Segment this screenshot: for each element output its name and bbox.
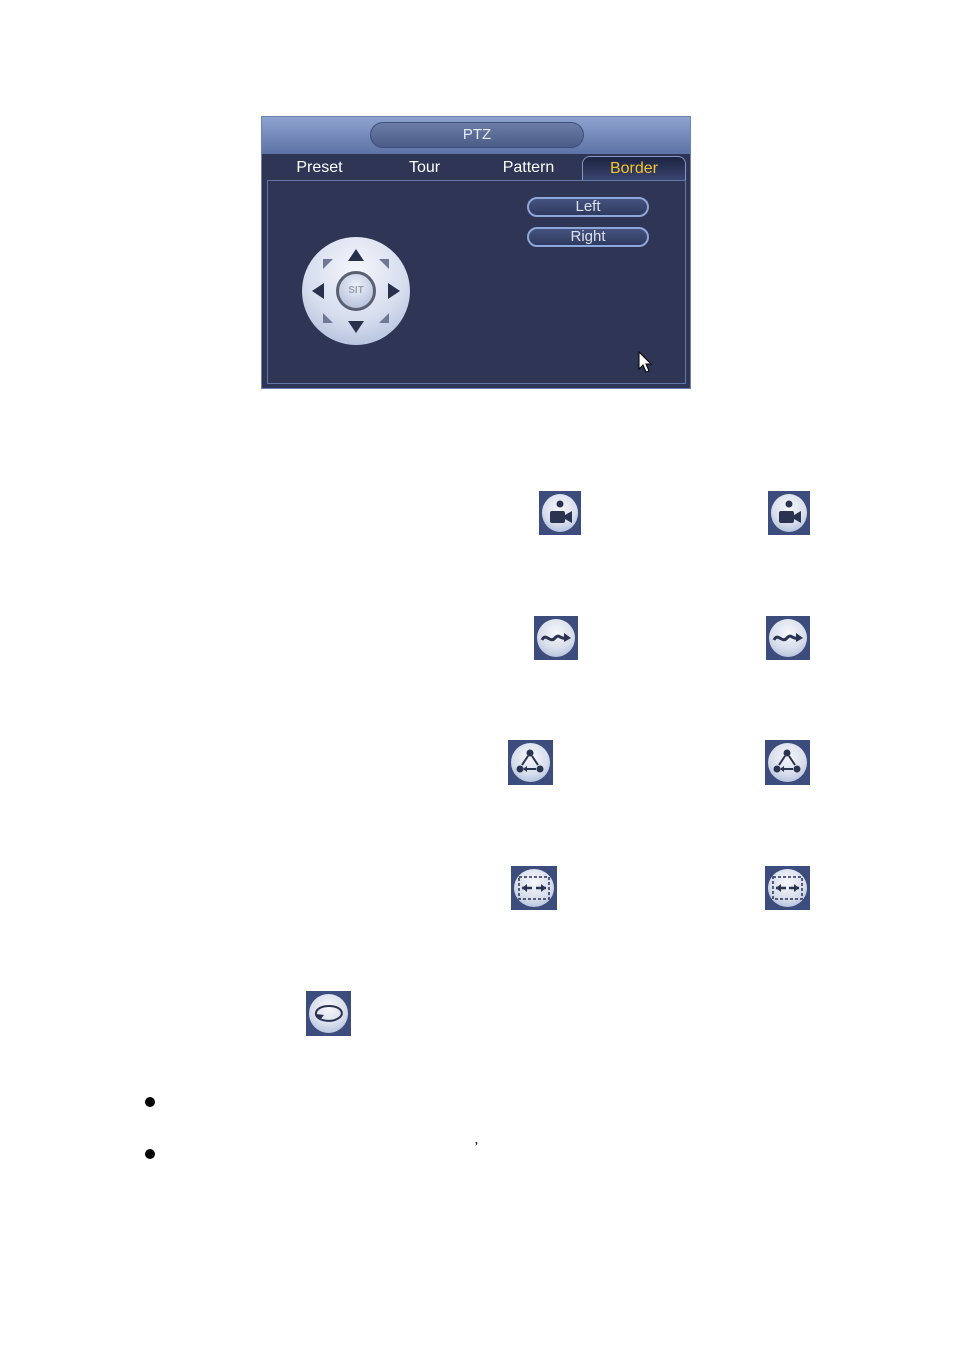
ptz-dialog: PTZ Preset Tour Pattern Border SIT Left …: [261, 116, 691, 389]
arrow-left-icon[interactable]: [312, 283, 324, 299]
sit-button[interactable]: SIT: [336, 271, 376, 311]
arrow-down-right-icon[interactable]: [379, 313, 389, 323]
arrow-right-icon[interactable]: [388, 283, 400, 299]
tab-border[interactable]: Border: [582, 156, 686, 180]
rotate-icon: [306, 991, 351, 1036]
right-button[interactable]: Right: [527, 227, 649, 247]
arrow-up-right-icon[interactable]: [379, 259, 389, 269]
pattern-icon: [508, 740, 553, 785]
pattern-icon: [765, 740, 810, 785]
tour-icon: [766, 616, 810, 660]
preset-icon: [539, 491, 581, 535]
arrow-down-left-icon[interactable]: [323, 313, 333, 323]
direction-pad: SIT: [302, 237, 410, 345]
titlebar: PTZ: [262, 117, 690, 154]
arrow-up-left-icon[interactable]: [323, 259, 333, 269]
tab-tour[interactable]: Tour: [372, 156, 477, 180]
tab-bar: Preset Tour Pattern Border: [262, 154, 690, 180]
border-icon: [765, 866, 810, 910]
left-button[interactable]: Left: [527, 197, 649, 217]
arrow-up-icon[interactable]: [348, 249, 364, 261]
tab-pattern[interactable]: Pattern: [476, 156, 581, 180]
tab-preset[interactable]: Preset: [262, 156, 377, 180]
apostrophe: ’: [474, 1140, 479, 1155]
border-icon: [511, 866, 557, 910]
arrow-down-icon[interactable]: [348, 321, 364, 333]
preset-icon: [768, 491, 810, 535]
tab-content: SIT Left Right: [267, 180, 686, 384]
dialog-title: PTZ: [370, 122, 584, 148]
mouse-cursor-icon: [638, 351, 653, 373]
tour-icon: [534, 616, 578, 660]
bullet: [145, 1097, 155, 1107]
bullet: [145, 1149, 155, 1159]
